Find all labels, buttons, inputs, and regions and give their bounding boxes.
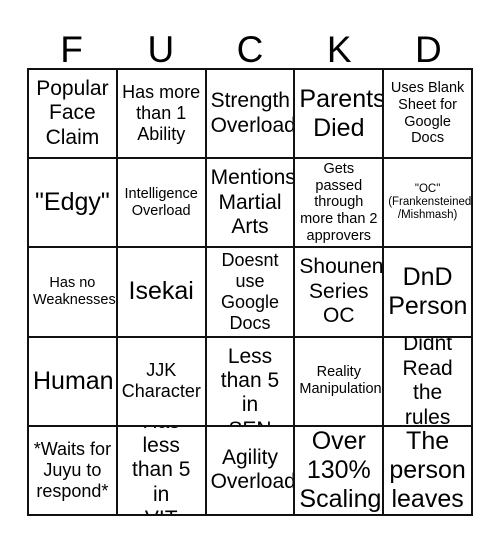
bingo-cell[interactable]: Doesnt use Google Docs — [206, 248, 296, 338]
bingo-cell[interactable]: "OC" (Frankensteined /Mishmash) — [384, 159, 473, 249]
bingo-cell-label: Shounen Series OC — [299, 255, 384, 328]
bingo-cell[interactable]: Has less than 5 in VIT — [117, 426, 207, 516]
bingo-header-letter-0: F — [60, 29, 83, 70]
bingo-cell-label: Popular Face Claim — [36, 77, 109, 149]
bingo-cell-label: Intelligence Overload — [124, 185, 198, 219]
bingo-cell-label: Has no Weaknesses — [33, 275, 116, 308]
bingo-cell[interactable]: Mentions Martial Arts — [206, 159, 296, 249]
bingo-cell-label: Didnt Read the rules — [402, 337, 453, 427]
bingo-cell[interactable]: Strength Overload — [206, 70, 296, 160]
bingo-cell-label: Human — [33, 366, 114, 395]
bingo-cell-label: DnD Person — [388, 262, 468, 320]
bingo-cell[interactable]: Agility Overload — [206, 426, 296, 516]
bingo-cell-label: Has less than 5 in VIT — [132, 427, 191, 514]
bingo-cell[interactable]: Isekai — [117, 248, 207, 338]
bingo-cell-label: Agility Overload — [210, 446, 296, 494]
bingo-cell[interactable]: Gets passed through more than 2 approver… — [295, 159, 385, 249]
bingo-cell[interactable]: Has Less than 5 in SEN — [206, 337, 296, 427]
bingo-cell[interactable]: Human — [29, 337, 118, 427]
bingo-cell-label: Mentions Martial Arts — [210, 166, 296, 238]
bingo-cell[interactable]: Popular Face Claim — [29, 70, 118, 160]
bingo-cell[interactable]: The person leaves — [384, 426, 473, 516]
bingo-cell[interactable]: Parents Died — [295, 70, 385, 160]
bingo-cell-label: Parents Died — [299, 84, 385, 142]
bingo-header-letter-1: U — [147, 29, 175, 70]
bingo-cell-label: Gets passed through more than 2 approver… — [300, 160, 378, 245]
bingo-cell[interactable]: Over 130% Scaling — [295, 426, 385, 516]
bingo-cell[interactable]: "Edgy" — [29, 159, 118, 249]
bingo-cell[interactable]: Has more than 1 Ability — [117, 70, 207, 160]
bingo-cell[interactable]: Intelligence Overload — [117, 159, 207, 249]
bingo-cell-label: Has Less than 5 in SEN — [220, 338, 280, 425]
bingo-cell-label: Over 130% Scaling — [299, 426, 382, 513]
bingo-grid: Popular Face Claim Has more than 1 Abilit… — [27, 68, 473, 516]
bingo-header-letter-2: C — [236, 29, 264, 70]
bingo-cell-label: Has more than 1 Ability — [122, 82, 201, 145]
bingo-cell-label: "Edgy" — [35, 188, 110, 217]
bingo-cell-label: Isekai — [128, 277, 194, 306]
bingo-cell[interactable]: Uses Blank Sheet for Google Docs — [384, 70, 473, 160]
bingo-cell-label: JJK Character — [121, 360, 201, 402]
bingo-cell-label: "OC" (Frankensteined /Mishmash) — [388, 182, 472, 222]
bingo-cell-label: Uses Blank Sheet for Google Docs — [390, 79, 465, 147]
bingo-cell-label: Reality Manipulation — [299, 364, 382, 398]
bingo-cell-label: The person leaves — [389, 426, 466, 513]
bingo-cell-label: *Waits for Juyu to respond* — [33, 439, 112, 501]
bingo-cell[interactable]: DnD Person — [384, 248, 473, 338]
bingo-header-row: FUCKD — [27, 18, 473, 68]
bingo-cell[interactable]: JJK Character — [117, 337, 207, 427]
bingo-cell[interactable]: Reality Manipulation — [295, 337, 385, 427]
bingo-cell[interactable]: Has no Weaknesses — [29, 248, 118, 338]
bingo-header-letter-4: D — [415, 29, 442, 70]
bingo-card: F U C K D Popular Face Claim Has more than 1 … — [0, 0, 500, 544]
bingo-cell[interactable]: *Waits for Juyu to respond* — [29, 426, 118, 516]
bingo-cell-label: Doesnt use Google Docs — [220, 250, 280, 333]
bingo-header-letter-3: K — [326, 29, 352, 70]
bingo-cell[interactable]: Didnt Read the rules — [384, 337, 473, 427]
bingo-cell[interactable]: Shounen Series OC — [295, 248, 385, 338]
bingo-cell-label: Strength Overload — [210, 89, 296, 137]
